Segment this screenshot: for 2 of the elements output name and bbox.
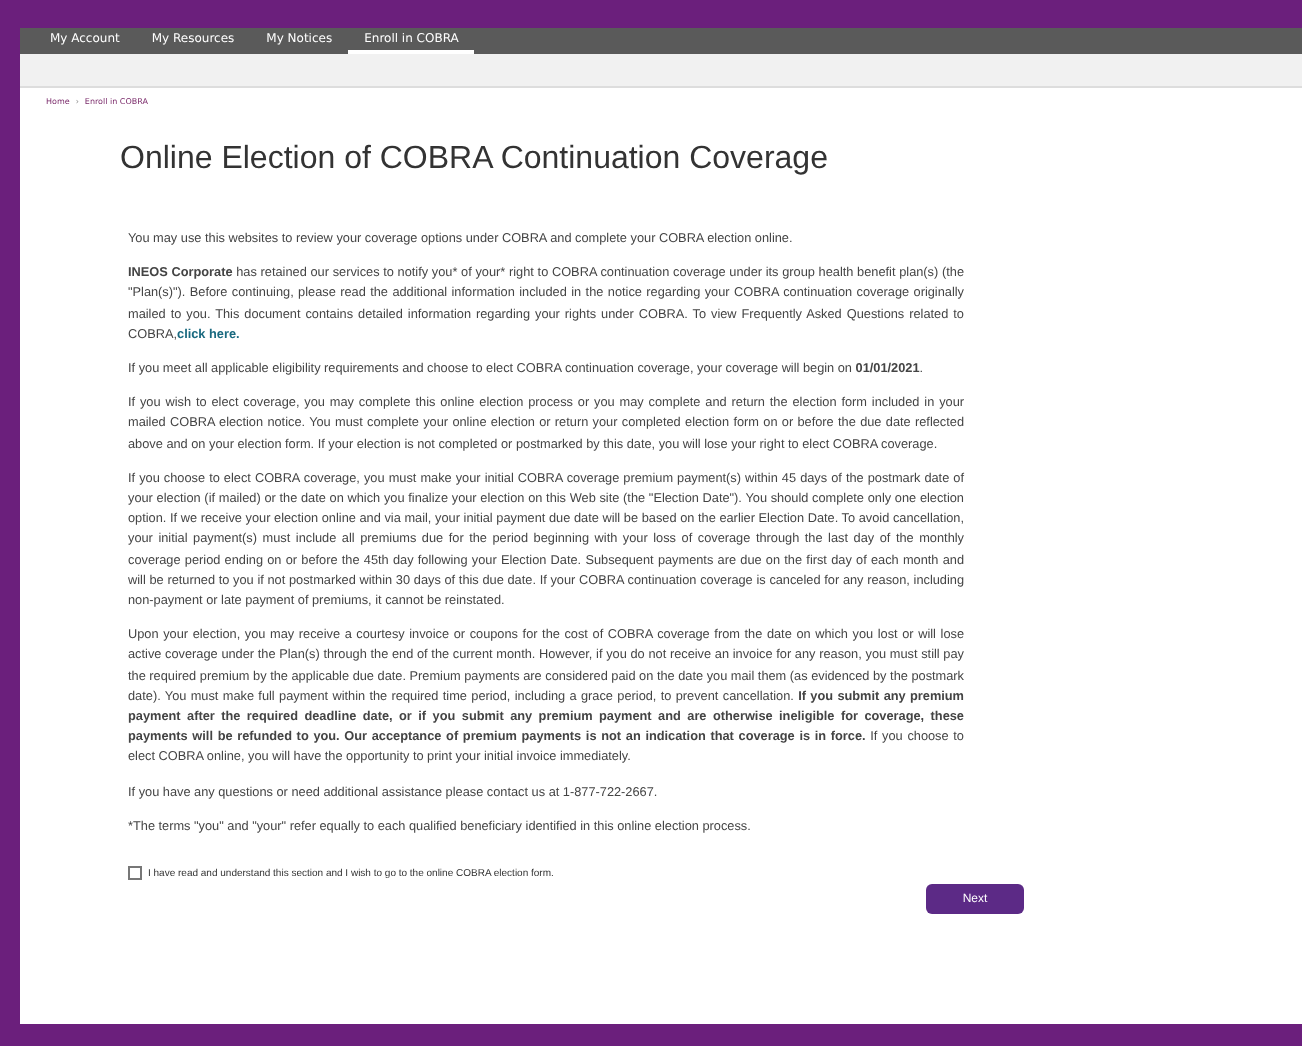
agreement-checkbox[interactable] <box>128 866 142 881</box>
page-title: Online Election of COBRA Continuation Coverage <box>120 142 830 178</box>
